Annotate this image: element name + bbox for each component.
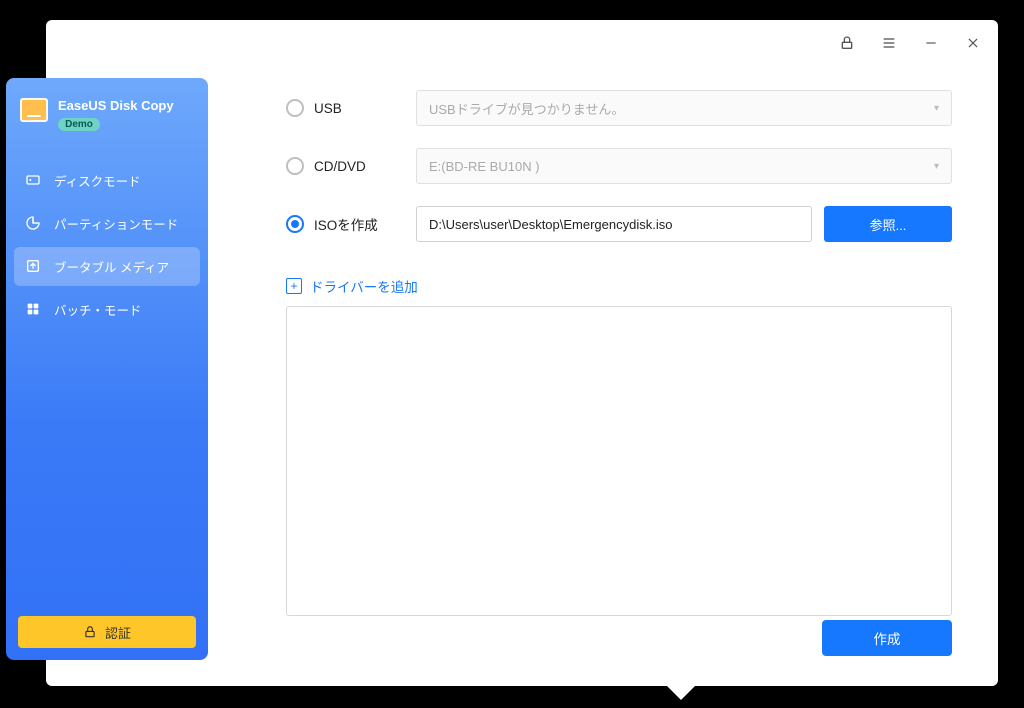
radio-cddvd[interactable]: [286, 157, 304, 175]
minimize-button[interactable]: [922, 34, 940, 52]
close-button[interactable]: [964, 34, 982, 52]
radio-iso-label: ISOを作成: [314, 214, 378, 234]
menu-icon[interactable]: [880, 34, 898, 52]
add-driver-label: ドライバーを追加: [310, 276, 418, 296]
pie-icon: [24, 214, 42, 232]
sidebar-item-partition-mode[interactable]: パーティションモード: [14, 204, 200, 243]
cddvd-select-placeholder: E:(BD-RE BU10N ): [429, 159, 540, 174]
radio-iso[interactable]: [286, 215, 304, 233]
iso-path-input[interactable]: [416, 206, 812, 242]
option-row-iso: ISOを作成 参照...: [286, 206, 952, 242]
auth-label: 認証: [105, 623, 131, 642]
sidebar-item-label: パーティションモード: [54, 214, 178, 233]
driver-list-box[interactable]: [286, 306, 952, 616]
sidebar-item-disk-mode[interactable]: ディスクモード: [14, 161, 200, 200]
plus-icon: +: [286, 278, 302, 294]
titlebar: [838, 34, 982, 52]
usb-select[interactable]: USBドライブが見つかりません。 ▾: [416, 90, 952, 126]
sidebar-item-label: バッチ・モード: [54, 300, 142, 319]
lock-icon: [83, 625, 97, 639]
sidebar-item-label: ブータブル メディア: [54, 257, 169, 276]
cddvd-select[interactable]: E:(BD-RE BU10N ) ▾: [416, 148, 952, 184]
app-icon: [20, 98, 48, 122]
radio-cddvd-label: CD/DVD: [314, 159, 366, 174]
auth-button[interactable]: 認証: [18, 616, 196, 648]
browse-button[interactable]: 参照...: [824, 206, 952, 242]
option-row-usb: USB USBドライブが見つかりません。 ▾: [286, 90, 952, 126]
media-icon: [24, 257, 42, 275]
app-title: EaseUS Disk Copy: [58, 98, 174, 114]
brand: EaseUS Disk Copy Demo: [6, 92, 208, 149]
sidebar-item-bootable-media[interactable]: ブータブル メディア: [14, 247, 200, 286]
tooltip-pointer: [663, 682, 699, 700]
sidebar-item-batch-mode[interactable]: バッチ・モード: [14, 290, 200, 329]
radio-usb-label: USB: [314, 101, 342, 116]
usb-select-placeholder: USBドライブが見つかりません。: [429, 99, 624, 118]
nav: ディスクモード パーティションモード ブータブル メディア バッチ・モード: [6, 161, 208, 329]
sidebar-item-label: ディスクモード: [54, 171, 141, 190]
grid-icon: [24, 300, 42, 318]
chevron-down-icon: ▾: [934, 103, 939, 114]
radio-usb[interactable]: [286, 99, 304, 117]
create-button[interactable]: 作成: [822, 620, 952, 656]
chevron-down-icon: ▾: [934, 161, 939, 172]
lock-icon[interactable]: [838, 34, 856, 52]
add-driver-link[interactable]: + ドライバーを追加: [286, 276, 952, 296]
content-area: USB USBドライブが見つかりません。 ▾ CD/DVD E:(BD-RE B…: [286, 90, 952, 656]
disk-icon: [24, 171, 42, 189]
option-row-cddvd: CD/DVD E:(BD-RE BU10N ) ▾: [286, 148, 952, 184]
sidebar: EaseUS Disk Copy Demo ディスクモード パーティションモード…: [6, 78, 208, 660]
demo-badge: Demo: [58, 118, 100, 131]
